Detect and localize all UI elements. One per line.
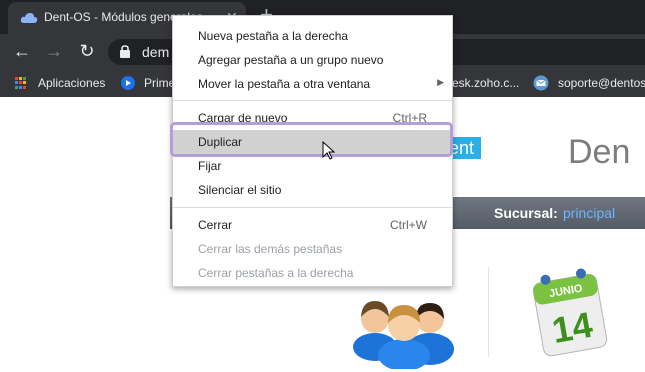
menu-separator bbox=[173, 207, 452, 208]
play-icon bbox=[121, 76, 135, 90]
bookmark-aplicaciones[interactable]: Aplicaciones bbox=[38, 76, 105, 90]
menu-separator bbox=[173, 100, 452, 101]
menu-item-close[interactable]: Cerrar Ctrl+W bbox=[173, 213, 452, 237]
cloud-icon bbox=[20, 13, 38, 23]
menu-item-move-to-window[interactable]: Mover la pestaña a otra ventana ▶ bbox=[173, 72, 452, 96]
forward-icon[interactable]: → bbox=[43, 41, 65, 62]
menu-item-mute-site[interactable]: Silenciar el sitio bbox=[173, 178, 452, 202]
menu-item-add-to-group[interactable]: Agregar pestaña a un grupo nuevo bbox=[173, 48, 452, 72]
calendar-day: 14 bbox=[549, 304, 596, 351]
bookmark-prime[interactable]: Prime bbox=[144, 76, 175, 90]
menu-item-pin[interactable]: Fijar bbox=[173, 154, 452, 178]
divider bbox=[488, 267, 489, 357]
reload-icon[interactable]: ↻ bbox=[76, 41, 98, 62]
lock-icon bbox=[120, 45, 130, 58]
submenu-arrow-icon: ▶ bbox=[437, 77, 444, 87]
mail-icon bbox=[533, 75, 549, 91]
sucursal-value[interactable]: principal bbox=[563, 205, 615, 221]
menu-item-new-tab-right[interactable]: Nueva pestaña a la derecha bbox=[173, 24, 452, 48]
apps-grid-icon[interactable] bbox=[15, 77, 27, 89]
calendar-icon[interactable]: JUNIO 14 bbox=[530, 260, 610, 360]
highlight-ring bbox=[170, 122, 453, 157]
bookmark-soporte[interactable]: soporte@dentos bbox=[558, 76, 645, 90]
url-text: dem bbox=[142, 44, 170, 60]
users-icon[interactable] bbox=[350, 279, 460, 369]
mouse-cursor-icon bbox=[322, 141, 336, 160]
logo-text: Den bbox=[568, 133, 631, 171]
menu-item-close-right: Cerrar pestañas a la derecha bbox=[198, 266, 354, 280]
bookmark-zoho[interactable]: esk.zoho.c... bbox=[452, 76, 519, 90]
sucursal-label: Sucursal: bbox=[494, 205, 558, 221]
back-icon[interactable]: ← bbox=[11, 41, 33, 62]
menu-item-close-others: Cerrar las demás pestañas bbox=[198, 242, 343, 256]
